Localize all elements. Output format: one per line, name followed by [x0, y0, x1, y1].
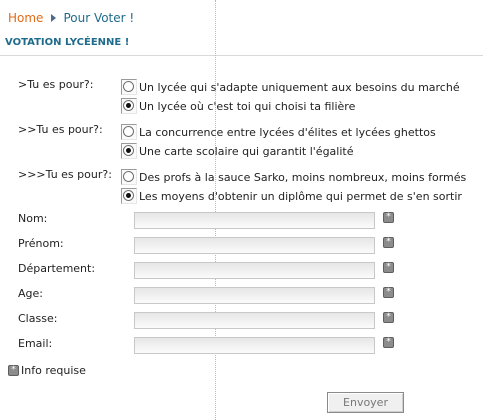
radio-button-q1-o1[interactable]: [123, 81, 134, 92]
option-label: La concurrence entre lycées d'élites et …: [139, 125, 436, 139]
asterisk-icon: *: [383, 212, 394, 223]
question-2-option-1[interactable]: La concurrence entre lycées d'élites et …: [121, 123, 436, 141]
question-1-label: >Tu es pour?:: [18, 78, 94, 91]
breadcrumb-current[interactable]: Pour Voter !: [63, 11, 134, 25]
question-1-option-2[interactable]: Un lycée où c'est toi qui choisi ta fili…: [121, 97, 355, 115]
breadcrumb-home-link[interactable]: Home: [8, 11, 43, 25]
radio-button-q2-o2[interactable]: [123, 145, 134, 156]
departement-field[interactable]: [134, 262, 375, 279]
option-label: Une carte scolaire qui garantit l'égalit…: [139, 144, 354, 158]
option-label: Un lycée qui s'adapte uniquement aux bes…: [139, 80, 460, 94]
radio-button-q3-o1[interactable]: [123, 171, 134, 182]
asterisk-icon: *: [383, 237, 394, 248]
question-3-option-1[interactable]: Des profs à la sauce Sarko, moins nombre…: [121, 168, 466, 186]
required-legend: * Info requise: [8, 364, 86, 377]
question-3-option-2[interactable]: Les moyens d'obtenir un diplôme qui perm…: [121, 187, 462, 205]
asterisk-icon: *: [383, 287, 394, 298]
asterisk-icon: *: [383, 312, 394, 323]
breadcrumb: Home Pour Voter !: [8, 10, 134, 26]
chevron-right-icon: [51, 14, 57, 22]
option-label: Les moyens d'obtenir un diplôme qui perm…: [139, 189, 462, 203]
question-1-option-1[interactable]: Un lycée qui s'adapte uniquement aux bes…: [121, 78, 460, 96]
nom-label: Nom:: [18, 212, 48, 225]
departement-label: Département:: [18, 262, 96, 275]
radio-button-q3-o2[interactable]: [123, 190, 134, 201]
prenom-label: Prénom:: [18, 237, 64, 250]
question-2-label: >>Tu es pour?:: [18, 123, 103, 136]
column-divider: [215, 0, 216, 420]
option-label: Un lycée où c'est toi qui choisi ta fili…: [139, 99, 356, 113]
submit-button[interactable]: Envoyer: [327, 392, 404, 413]
page-title: VOTATION LYCÉENNE !: [5, 37, 130, 48]
asterisk-icon: *: [383, 337, 394, 348]
classe-label: Classe:: [18, 312, 58, 325]
radio-button-q1-o2[interactable]: [123, 100, 134, 111]
age-label: Age:: [18, 287, 43, 300]
required-legend-text: Info requise: [21, 364, 86, 377]
option-label: Des profs à la sauce Sarko, moins nombre…: [139, 170, 467, 184]
title-divider: [0, 55, 483, 56]
asterisk-icon: *: [8, 365, 19, 376]
question-2-option-2[interactable]: Une carte scolaire qui garantit l'égalit…: [121, 142, 354, 160]
prenom-field[interactable]: [134, 237, 375, 254]
nom-field[interactable]: [134, 212, 375, 229]
classe-field[interactable]: [134, 312, 375, 329]
email-field[interactable]: [134, 337, 375, 354]
age-field[interactable]: [134, 287, 375, 304]
email-label: Email:: [18, 337, 53, 350]
question-3-label: >>>Tu es pour?:: [18, 168, 112, 181]
radio-button-q2-o1[interactable]: [123, 126, 134, 137]
asterisk-icon: *: [383, 262, 394, 273]
